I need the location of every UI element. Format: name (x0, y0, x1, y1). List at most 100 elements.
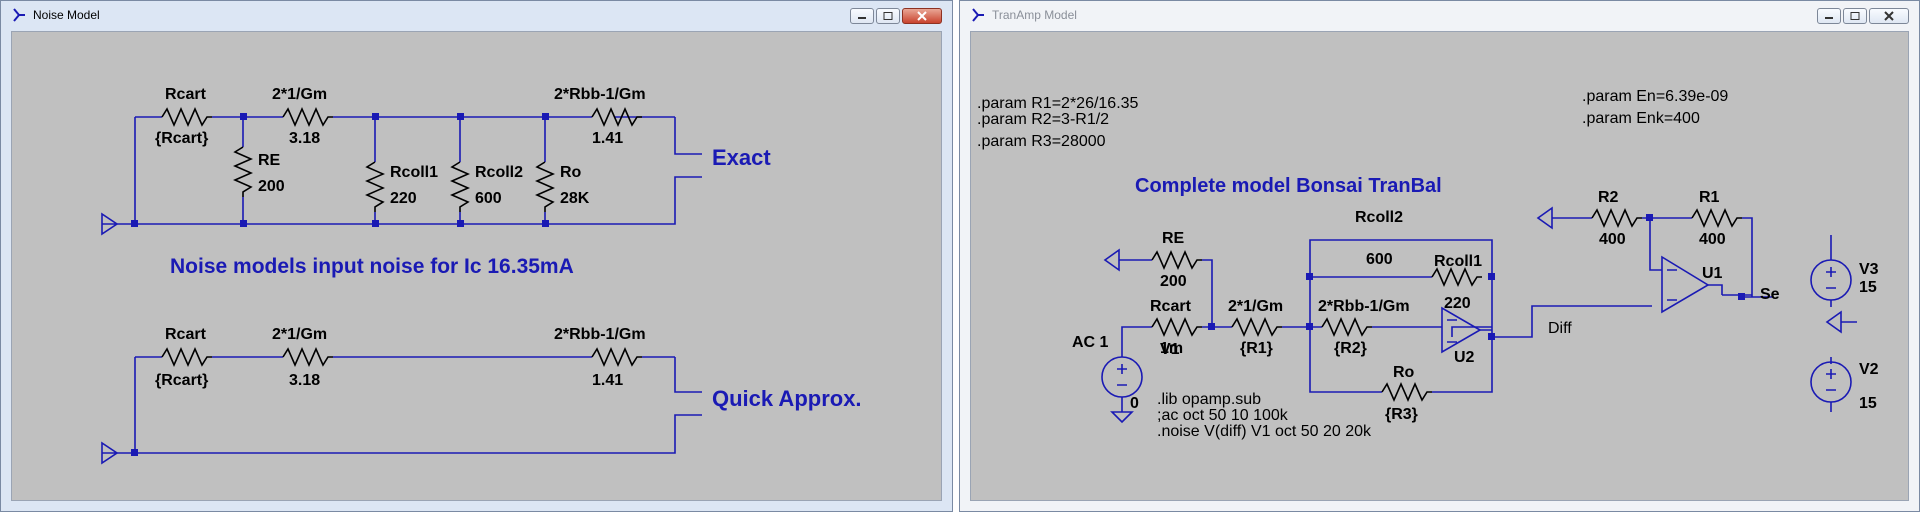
minimize-button[interactable] (850, 8, 874, 24)
gm-name: 2*1/Gm (272, 86, 327, 103)
tranamp-heading: Complete model Bonsai TranBal (1135, 175, 1442, 197)
rcoll2-resistor (450, 161, 470, 212)
re-name: RE (258, 152, 281, 169)
approx-label: Quick Approx. (712, 386, 862, 411)
param-line: .param R2=3-R1/2 (977, 111, 1109, 128)
v2-name: V2 (1859, 361, 1879, 378)
v1-source (1101, 356, 1143, 398)
tranamp-wires (1101, 206, 1857, 424)
gm-name: 2*1/Gm (1228, 298, 1283, 315)
maximize-icon (1850, 12, 1860, 20)
ro-value: 28K (560, 190, 590, 207)
ro-name: Ro (1393, 364, 1415, 381)
u2-opamp (1441, 306, 1482, 354)
param-line: .param Enk=400 (1582, 110, 1700, 127)
v3-source (1810, 259, 1852, 301)
rbb-resistor (1321, 317, 1372, 337)
approx-rbb-name: 2*Rbb-1/Gm (554, 326, 646, 343)
u2-label: U2 (1454, 349, 1475, 366)
se-label: Se (1760, 286, 1780, 303)
param-line: .param R1=2*26/16.35 (977, 95, 1139, 112)
approx-gm-value: 3.18 (289, 372, 320, 389)
rcart-name: Rcart (165, 86, 207, 103)
rcart-resistor (161, 107, 212, 127)
schematic-canvas[interactable]: .param R1=2*26/16.35 .param R2=3-R1/2 .p… (970, 31, 1909, 501)
exact-circuit: Rcart {Rcart} 2*1/Gm 3.18 RE 200 Rcoll1 … (101, 86, 771, 236)
re-resistor (1151, 250, 1202, 270)
spice-directive: .lib opamp.sub (1157, 391, 1261, 408)
v3-value: 15 (1859, 279, 1877, 296)
approx-rcart-name: Rcart (165, 326, 207, 343)
titlebar[interactable]: Noise Model (1, 1, 952, 31)
rbb-value: 1.41 (592, 130, 623, 147)
window-title: TranAmp Model (992, 8, 1077, 22)
rcoll2-name: Rcoll2 (1355, 209, 1403, 226)
rcoll2-value: 600 (1366, 251, 1393, 268)
schematic-canvas[interactable]: Rcart {Rcart} 2*1/Gm 3.18 RE 200 Rcoll1 … (11, 31, 942, 501)
noise-schematic: Rcart {Rcart} 2*1/Gm 3.18 RE 200 Rcoll1 … (101, 86, 862, 465)
re-name: RE (1162, 230, 1185, 247)
r2-resistor (1591, 208, 1642, 228)
rcart-value: {Rcart} (155, 130, 208, 147)
approx-circuit: Rcart {Rcart} 2*1/Gm 3.18 2*Rbb-1/Gm 1.4… (101, 326, 862, 465)
close-button[interactable] (902, 8, 942, 24)
close-icon (1884, 11, 1894, 21)
minimize-button[interactable] (1817, 8, 1841, 24)
exact-label: Exact (712, 145, 771, 170)
rcart-name: Rcart (1150, 298, 1192, 315)
window-title: Noise Model (33, 8, 100, 22)
maximize-button[interactable] (1843, 8, 1867, 24)
ro-name: Ro (560, 164, 582, 181)
rbb-name: 2*Rbb-1/Gm (554, 86, 646, 103)
v1-value: 0 (1130, 395, 1139, 412)
r1-value: 400 (1699, 231, 1726, 248)
r2-name: R2 (1598, 189, 1619, 206)
close-icon (917, 11, 927, 21)
r1-resistor (1691, 208, 1742, 228)
noise-model-window: Noise Model Rcart {Rcart} 2*1/Gm 3.18 RE… (0, 0, 953, 512)
diff-label: Diff (1548, 320, 1572, 337)
approx-rbb-value: 1.41 (592, 372, 623, 389)
rcoll1-resistor (1431, 267, 1482, 287)
rbb-value: {R2} (1334, 340, 1367, 357)
tranamp-schematic: .param R1=2*26/16.35 .param R2=3-R1/2 .p… (977, 88, 1879, 440)
gm-value: 3.18 (289, 130, 320, 147)
re-resistor (233, 146, 253, 197)
gm-value: {R1} (1240, 340, 1273, 357)
re-value: 200 (258, 178, 285, 195)
v3-name: V3 (1859, 261, 1879, 278)
v2-value: 15 (1859, 395, 1877, 412)
ro-value: {R3} (1385, 406, 1418, 423)
schematic-icon (972, 8, 984, 22)
rcoll2-name: Rcoll2 (475, 164, 523, 181)
rcoll1-name: Rcoll1 (1434, 253, 1482, 270)
rcoll1-name: Rcoll1 (390, 164, 438, 181)
approx-gm-resistor (282, 347, 333, 367)
u1-label: U1 (1702, 265, 1723, 282)
r2-value: 400 (1599, 231, 1626, 248)
param-line: .param En=6.39e-09 (1582, 88, 1728, 105)
schematic-icon (13, 8, 25, 22)
re-value: 200 (1160, 273, 1187, 290)
rcart-resistor (1151, 317, 1202, 337)
rbb-name: 2*Rbb-1/Gm (1318, 298, 1410, 315)
ro-resistor (1381, 382, 1432, 402)
approx-rcart-value: {Rcart} (155, 372, 208, 389)
r1-name: R1 (1699, 189, 1720, 206)
spice-directive: ;ac oct 50 10 100k (1157, 407, 1289, 424)
rcoll1-value: 220 (390, 190, 417, 207)
close-button[interactable] (1869, 8, 1909, 24)
rcoll1-resistor (365, 161, 385, 212)
minimize-icon (1825, 17, 1833, 19)
rcoll1-value: 220 (1444, 295, 1471, 312)
noise-heading: Noise models input noise for Ic 16.35mA (170, 255, 574, 278)
approx-rcart-resistor (161, 347, 212, 367)
titlebar[interactable]: TranAmp Model (960, 1, 1919, 31)
param-line: .param R3=28000 (977, 133, 1106, 150)
maximize-icon (883, 12, 893, 20)
v2-source (1810, 361, 1852, 403)
approx-rbb-resistor (591, 347, 642, 367)
minimize-icon (858, 17, 866, 19)
gm-resistor (282, 107, 333, 127)
maximize-button[interactable] (876, 8, 900, 24)
